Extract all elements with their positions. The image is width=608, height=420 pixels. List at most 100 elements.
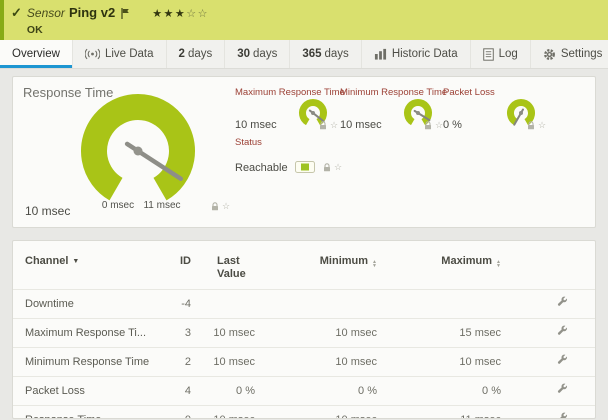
wrench-icon[interactable] bbox=[556, 354, 569, 367]
gauge-option-icons[interactable]: ☆ bbox=[424, 121, 443, 130]
tab-settings[interactable]: Settings bbox=[531, 40, 608, 68]
column-header-last-value[interactable]: Last Value bbox=[191, 245, 255, 290]
mini-gauge-max-response: Maximum Response Time 10 msec ☆ bbox=[235, 87, 345, 131]
priority-stars[interactable]: ★★★☆☆ bbox=[152, 7, 209, 21]
gauge-scale-max: 11 msec bbox=[143, 200, 181, 211]
wrench-icon[interactable] bbox=[556, 412, 569, 419]
tab-bar: Overview Live Data 2 days 30 days 365 da… bbox=[0, 40, 608, 69]
tab-365-days-label: days bbox=[324, 48, 349, 60]
cell-channel[interactable]: Maximum Response Ti... bbox=[13, 318, 153, 348]
cell-last-value bbox=[191, 289, 255, 319]
tab-log[interactable]: Log bbox=[471, 40, 531, 68]
table-row-min-response[interactable]: Minimum Response Time 2 10 msec 10 msec … bbox=[13, 347, 595, 377]
cell-minimum: 10 msec bbox=[255, 405, 377, 418]
sort-desc-icon: ▼ bbox=[72, 258, 80, 265]
cell-settings[interactable] bbox=[501, 405, 595, 419]
tab-30-days-label: days bbox=[253, 48, 278, 60]
cell-id: 0 bbox=[153, 405, 191, 418]
gauges-panel: Response Time 0 msec 11 msec 10 msec ☆ M… bbox=[12, 76, 596, 228]
cell-channel[interactable]: Downtime bbox=[13, 289, 153, 319]
cell-last-value: 10 msec bbox=[191, 405, 255, 418]
tab-live-data[interactable]: Live Data bbox=[73, 40, 167, 68]
wrench-icon[interactable] bbox=[556, 296, 569, 309]
status-title: Status bbox=[235, 137, 262, 148]
favorite-star-icon[interactable]: ☆ bbox=[435, 121, 443, 130]
gauge-option-icons[interactable]: ☆ bbox=[319, 121, 338, 130]
max-response-value: 10 msec bbox=[235, 119, 277, 131]
prtg-sensor-page: ✓ Sensor Ping v2 OK ★★★☆☆ Overview Live … bbox=[0, 0, 608, 420]
lock-icon[interactable] bbox=[527, 121, 535, 130]
cell-settings[interactable] bbox=[501, 318, 595, 348]
cell-last-value: 10 msec bbox=[191, 318, 255, 348]
cell-settings[interactable] bbox=[501, 347, 595, 377]
favorite-star-icon[interactable]: ☆ bbox=[538, 121, 546, 130]
cell-settings[interactable] bbox=[501, 376, 595, 406]
channels-table: Channel ▼ ID Last Value Minimum ▲ ▼ Maximum… bbox=[13, 245, 595, 419]
document-icon bbox=[482, 47, 494, 61]
mini-gauge-title: Maximum Response Time bbox=[235, 87, 345, 98]
cell-maximum: 10 msec bbox=[377, 347, 501, 377]
cell-maximum bbox=[377, 289, 501, 319]
table-row-response-time[interactable]: Response Time 0 10 msec 10 msec 11 msec bbox=[13, 405, 595, 419]
status-value: Reachable bbox=[235, 162, 288, 174]
cell-id: 3 bbox=[153, 318, 191, 348]
min-response-value: 10 msec bbox=[340, 119, 382, 131]
flag-icon[interactable] bbox=[121, 7, 130, 19]
cell-last-value: 10 msec bbox=[191, 347, 255, 377]
lock-icon[interactable] bbox=[424, 121, 432, 130]
cell-minimum: 10 msec bbox=[255, 347, 377, 377]
tab-30-days[interactable]: 30 days bbox=[225, 40, 291, 68]
wrench-icon[interactable] bbox=[556, 383, 569, 396]
tab-365-days[interactable]: 365 days bbox=[290, 40, 362, 68]
gauge-option-icons[interactable]: ☆ bbox=[211, 202, 230, 211]
cell-maximum: 15 msec bbox=[377, 318, 501, 348]
tab-2-days[interactable]: 2 days bbox=[167, 40, 226, 68]
lock-icon[interactable] bbox=[211, 202, 219, 211]
lock-icon[interactable] bbox=[319, 121, 327, 130]
sensor-title: Ping v2 bbox=[68, 5, 116, 20]
cell-minimum: 10 msec bbox=[255, 318, 377, 348]
column-header-channel[interactable]: Channel ▼ bbox=[13, 245, 153, 290]
gauge-option-icons[interactable]: ☆ bbox=[527, 121, 546, 130]
cell-id: -4 bbox=[153, 289, 191, 319]
column-header-minimum-label: Minimum bbox=[319, 255, 369, 267]
favorite-star-icon[interactable]: ☆ bbox=[330, 121, 338, 130]
star-filled-icon[interactable]: ★★★ bbox=[152, 8, 186, 20]
tab-overview[interactable]: Overview bbox=[0, 40, 73, 68]
favorite-star-icon[interactable]: ☆ bbox=[222, 202, 230, 211]
favorite-star-icon[interactable]: ☆ bbox=[334, 163, 342, 172]
status-indicator-icon bbox=[295, 160, 315, 178]
cell-settings[interactable] bbox=[501, 289, 595, 319]
sort-updown-icon: ▲ ▼ bbox=[372, 259, 377, 269]
table-row-max-response[interactable]: Maximum Response Ti... 3 10 msec 10 msec… bbox=[13, 318, 595, 348]
column-header-minimum[interactable]: Minimum ▲ ▼ bbox=[255, 245, 377, 290]
lock-icon[interactable] bbox=[323, 163, 331, 172]
cell-id: 2 bbox=[153, 347, 191, 377]
cell-last-value: 0 % bbox=[191, 376, 255, 406]
table-row-downtime[interactable]: Downtime -4 bbox=[13, 289, 595, 319]
cell-channel[interactable]: Minimum Response Time bbox=[13, 347, 153, 377]
gear-icon bbox=[543, 48, 556, 61]
tab-2-days-label: days bbox=[187, 48, 213, 60]
tab-2-days-number: 2 bbox=[178, 48, 185, 60]
gauge-option-icons[interactable]: ☆ bbox=[323, 163, 342, 172]
column-header-id[interactable]: ID bbox=[153, 245, 191, 290]
sensor-header: ✓ Sensor Ping v2 OK ★★★☆☆ bbox=[0, 0, 608, 40]
packet-loss-value: 0 % bbox=[443, 119, 462, 131]
column-header-maximum-label: Maximum bbox=[441, 255, 493, 267]
gauge-needle-hub bbox=[133, 146, 143, 156]
tab-overview-label: Overview bbox=[12, 48, 60, 60]
table-row-packet-loss[interactable]: Packet Loss 4 0 % 0 % 0 % bbox=[13, 376, 595, 406]
table-header-row: Channel ▼ ID Last Value Minimum ▲ ▼ Maximum… bbox=[13, 245, 595, 290]
sensor-title-block: Sensor Ping v2 OK bbox=[27, 6, 130, 36]
status-block: Status Reachable ☆ bbox=[235, 137, 405, 174]
star-empty-icon[interactable]: ☆☆ bbox=[186, 8, 209, 20]
cell-channel[interactable]: Packet Loss bbox=[13, 376, 153, 406]
cell-channel[interactable]: Response Time bbox=[13, 405, 153, 418]
tab-historic-data[interactable]: Historic Data bbox=[362, 40, 471, 68]
wrench-icon[interactable] bbox=[556, 325, 569, 338]
column-header-maximum[interactable]: Maximum ▲ ▼ bbox=[377, 245, 501, 290]
column-header-last-value-label: Last Value bbox=[217, 255, 246, 280]
response-time-gauge bbox=[81, 94, 195, 201]
tab-live-data-label: Live Data bbox=[104, 48, 154, 60]
